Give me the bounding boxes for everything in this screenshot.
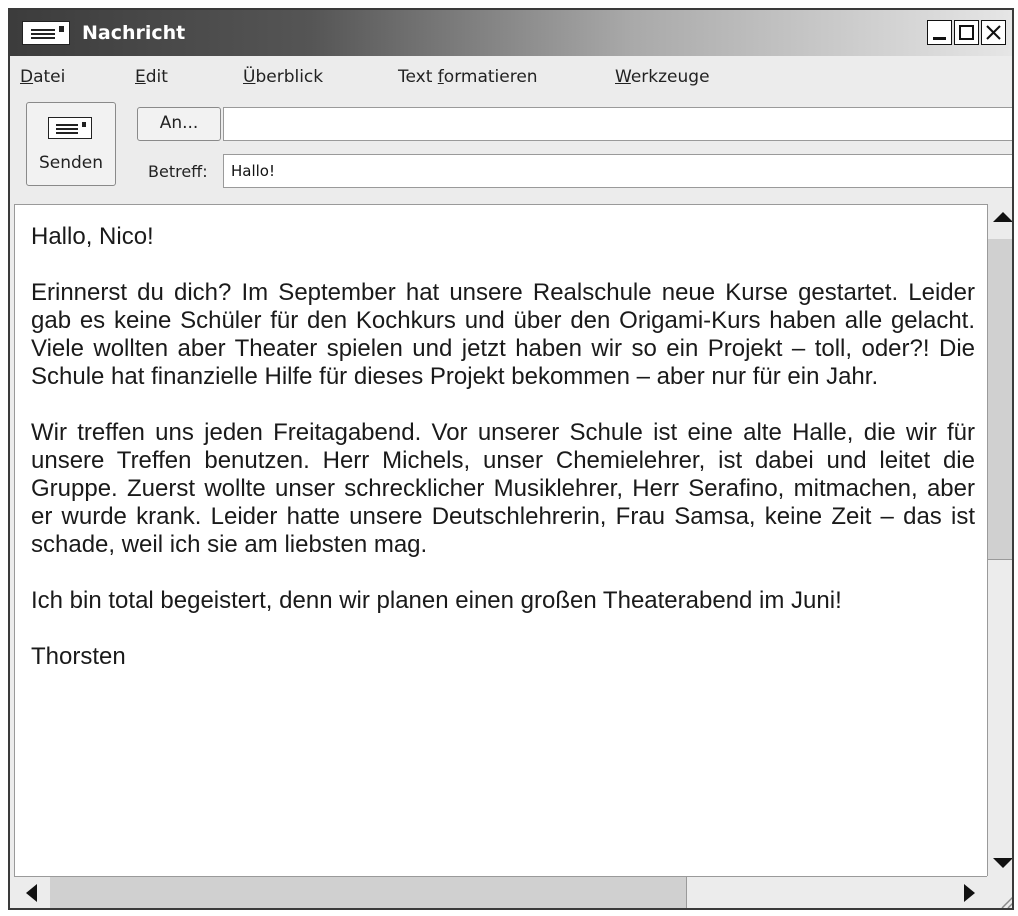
paragraph: Erinnerst du dich? Im September hat unse…	[31, 279, 975, 390]
close-button[interactable]	[981, 20, 1006, 45]
title-bar[interactable]: Nachricht	[10, 10, 1012, 56]
scroll-left-icon[interactable]	[26, 884, 37, 902]
horizontal-scrollbar[interactable]	[14, 876, 987, 908]
close-icon	[986, 25, 1001, 40]
menu-edit[interactable]: Edit	[135, 66, 168, 88]
scroll-up-icon[interactable]	[993, 212, 1012, 222]
message-window: Nachricht Datei Edit Überblick Text form…	[8, 8, 1014, 910]
message-text: Hallo, Nico! Erinnerst du dich? Im Septe…	[31, 223, 975, 699]
menu-text-formatieren[interactable]: Text formatieren	[398, 66, 538, 88]
menu-ueberblick[interactable]: Überblick	[243, 66, 323, 88]
menu-bar: Datei Edit Überblick Text formatieren We…	[10, 58, 1012, 94]
paragraph: Ich bin total begeistert, denn wir plane…	[31, 587, 842, 614]
paragraph: Wir treffen uns jeden Freitagabend. Vor …	[31, 419, 975, 558]
send-label: Senden	[38, 153, 104, 173]
envelope-icon	[48, 117, 92, 139]
envelope-icon	[22, 21, 70, 45]
resize-grip-icon	[1001, 896, 1012, 908]
message-body[interactable]: Hallo, Nico! Erinnerst du dich? Im Septe…	[14, 204, 987, 876]
to-button[interactable]: An...	[137, 107, 221, 141]
to-field[interactable]	[223, 107, 1012, 141]
subject-label: Betreff:	[148, 162, 208, 181]
maximize-button[interactable]	[954, 20, 979, 45]
window-title: Nachricht	[82, 22, 186, 44]
signature: Thorsten	[31, 643, 126, 670]
scroll-right-icon[interactable]	[964, 884, 975, 902]
minimize-button[interactable]	[927, 20, 952, 45]
vertical-scroll-thumb[interactable]	[988, 239, 1012, 560]
subject-field[interactable]: Hallo!	[223, 154, 1012, 188]
vertical-scrollbar[interactable]	[987, 204, 1012, 876]
resize-grip[interactable]	[987, 876, 1012, 908]
scroll-down-icon[interactable]	[993, 858, 1012, 868]
menu-werkzeuge[interactable]: Werkzeuge	[615, 66, 710, 88]
send-button[interactable]: Senden	[26, 102, 116, 186]
greeting: Hallo, Nico!	[31, 223, 154, 250]
menu-datei[interactable]: Datei	[20, 66, 65, 88]
horizontal-scroll-thumb[interactable]	[50, 877, 687, 908]
